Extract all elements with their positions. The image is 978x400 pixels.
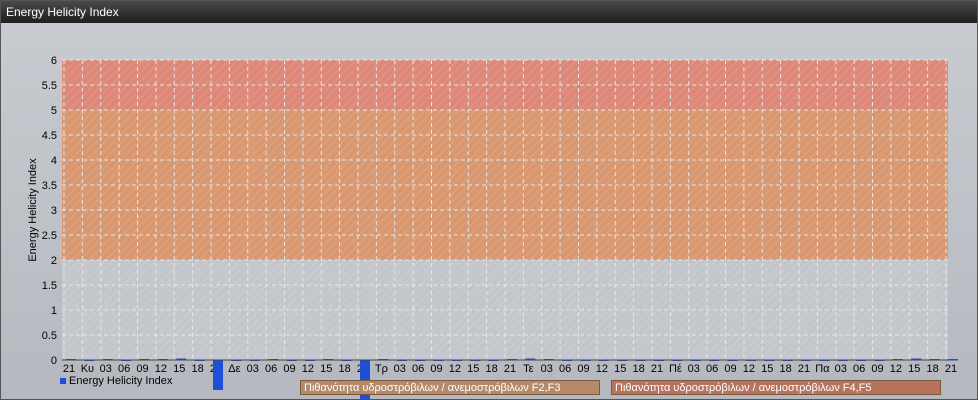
y-tick-label: 4 bbox=[51, 155, 57, 167]
band-label-f4f5: Πιθανότητα υδροστρόβιλων / ανεμοστρόβιλω… bbox=[611, 380, 941, 395]
x-tick-label: 21 bbox=[798, 363, 810, 375]
x-tick-label: 18 bbox=[780, 363, 792, 375]
y-tick-label: 0.5 bbox=[42, 330, 57, 342]
x-tick-label: 18 bbox=[339, 363, 351, 375]
x-tick-label: 03 bbox=[835, 363, 847, 375]
y-tick-label: 2.5 bbox=[42, 230, 57, 242]
band-label-f2f3: Πιθανότητα υδροστρόβιλων / ανεμοστρόβιλω… bbox=[300, 380, 600, 395]
x-tick-label: 21 bbox=[63, 363, 75, 375]
x-tick-label: Πα bbox=[815, 363, 830, 375]
x-tick-label: 09 bbox=[724, 363, 736, 375]
x-tick-label: Τρ bbox=[375, 363, 388, 375]
x-tick-label: 21 bbox=[504, 363, 516, 375]
x-tick-label: 12 bbox=[302, 363, 314, 375]
x-tick-label: 12 bbox=[155, 363, 167, 375]
legend-label: Energy Helicity Index bbox=[69, 375, 173, 387]
x-tick-label: 06 bbox=[118, 363, 130, 375]
x-tick-label: 15 bbox=[614, 363, 626, 375]
x-tick-label: 06 bbox=[853, 363, 865, 375]
x-tick-label: Κυ bbox=[81, 363, 94, 375]
ehi-bar bbox=[948, 359, 958, 361]
y-tick-label: 0 bbox=[51, 355, 57, 367]
y-tick-label: 3 bbox=[51, 205, 57, 217]
y-tick-label: 1.5 bbox=[42, 280, 57, 292]
legend-swatch bbox=[60, 378, 66, 384]
x-tick-label: 12 bbox=[743, 363, 755, 375]
x-tick-label: Τε bbox=[523, 363, 534, 375]
x-tick-label: 15 bbox=[761, 363, 773, 375]
legend: Energy Helicity Index bbox=[60, 375, 172, 387]
x-tick-label: 15 bbox=[320, 363, 332, 375]
y-tick-label: 5.5 bbox=[42, 80, 57, 92]
x-tick-label: 09 bbox=[577, 363, 589, 375]
y-tick-label: 2 bbox=[51, 255, 57, 267]
ehi-bar bbox=[213, 360, 223, 390]
y-tick-label: 5 bbox=[51, 105, 57, 117]
x-tick-label: 03 bbox=[100, 363, 112, 375]
x-tick-label: 09 bbox=[871, 363, 883, 375]
ehi-chart: 0 0.5 1 1.5 2 2.5 3 3.5 4 4.5 5 5.5 6 21 Κυ 03 06 09 12 15 1… bbox=[27, 55, 958, 400]
x-tick-label: 18 bbox=[192, 363, 204, 375]
x-tick-label: 15 bbox=[173, 363, 185, 375]
x-tick-label: 18 bbox=[927, 363, 939, 375]
x-tick-label: 03 bbox=[247, 363, 259, 375]
x-tick-label: 12 bbox=[449, 363, 461, 375]
x-tick-label: 15 bbox=[467, 363, 479, 375]
x-tick-label: 06 bbox=[265, 363, 277, 375]
x-tick-label: 09 bbox=[430, 363, 442, 375]
y-tick-label: 1 bbox=[51, 305, 57, 317]
y-tick-label: 4.5 bbox=[42, 130, 57, 142]
x-tick-label: 06 bbox=[706, 363, 718, 375]
y-axis-label: Energy Helicity Index bbox=[27, 158, 39, 262]
x-tick-label: 06 bbox=[559, 363, 571, 375]
x-tick-label: 03 bbox=[394, 363, 406, 375]
x-tick-label: 12 bbox=[596, 363, 608, 375]
x-tick-label: 12 bbox=[890, 363, 902, 375]
x-tick-label: Δε bbox=[228, 363, 240, 375]
x-tick-label: 09 bbox=[283, 363, 295, 375]
x-tick-label: 06 bbox=[412, 363, 424, 375]
x-tick-label: 21 bbox=[651, 363, 663, 375]
x-tick-label: 03 bbox=[688, 363, 700, 375]
y-tick-label: 6 bbox=[51, 55, 57, 67]
x-tick-label: 15 bbox=[908, 363, 920, 375]
x-tick-label: 09 bbox=[136, 363, 148, 375]
x-tick-label: 03 bbox=[541, 363, 553, 375]
x-tick-label: Πέ bbox=[669, 363, 682, 375]
x-tick-label: 18 bbox=[486, 363, 498, 375]
x-tick-label: 21 bbox=[945, 363, 957, 375]
y-tick-label: 3.5 bbox=[42, 180, 57, 192]
x-tick-label: 18 bbox=[633, 363, 645, 375]
